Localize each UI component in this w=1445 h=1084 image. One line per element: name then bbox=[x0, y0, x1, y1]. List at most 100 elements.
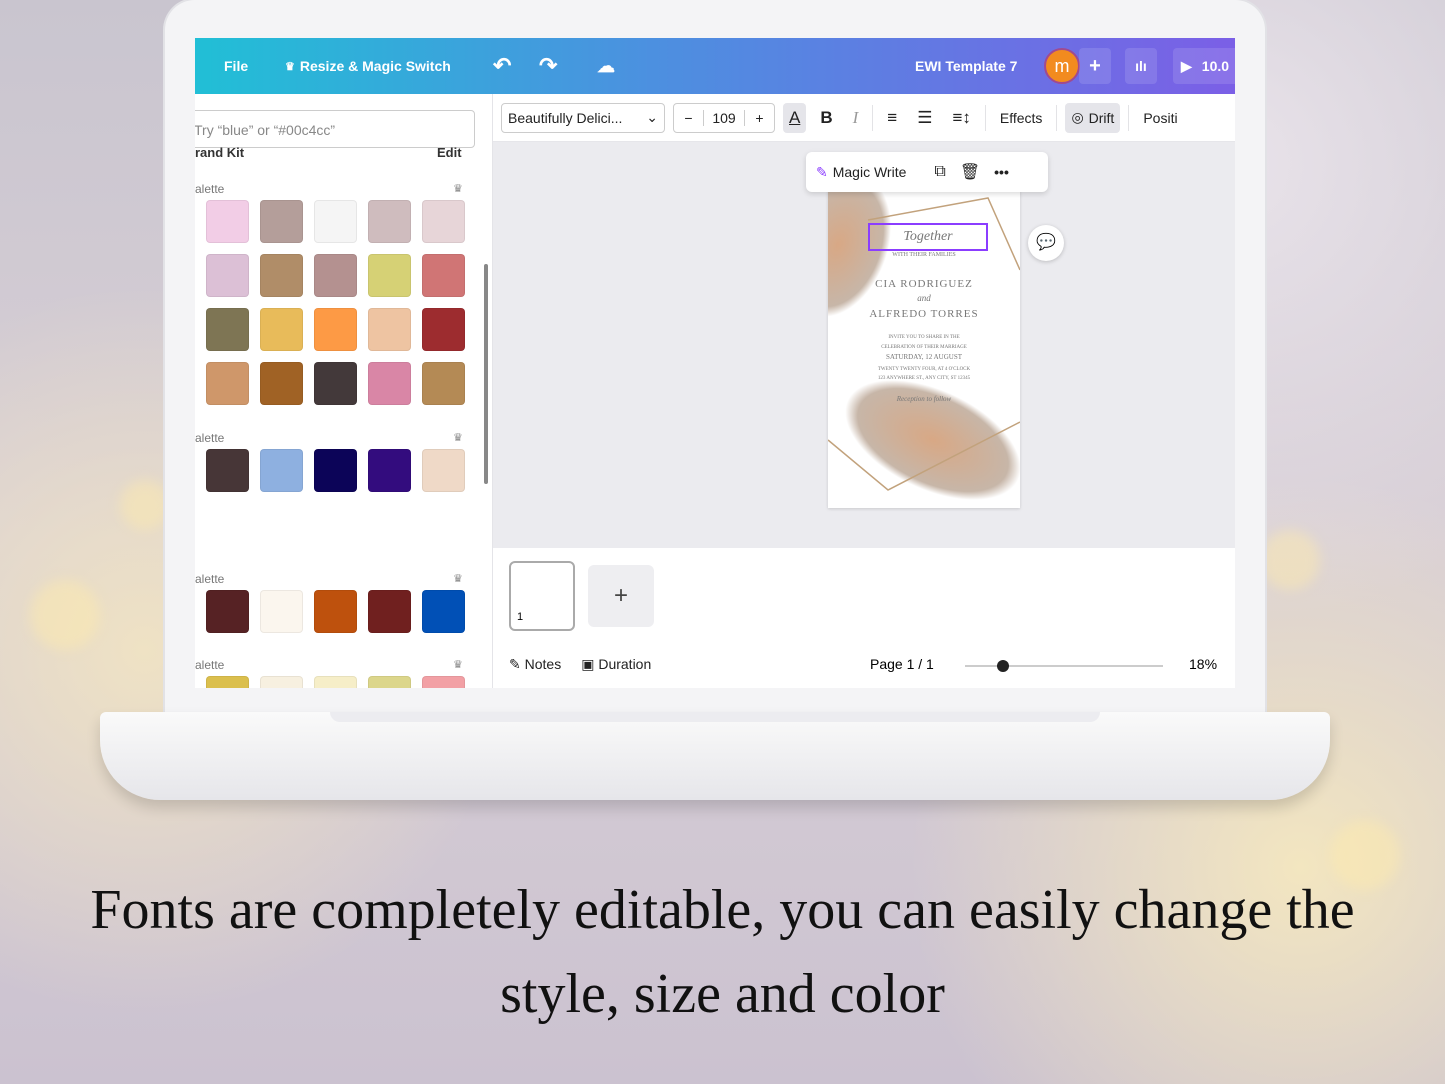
redo-icon[interactable]: ↷ bbox=[539, 38, 557, 94]
text-invite2[interactable]: CELEBRATION OF THEIR MARRIAGE bbox=[828, 345, 1020, 350]
position-button[interactable]: Positi bbox=[1137, 103, 1183, 133]
color-swatch[interactable] bbox=[314, 590, 357, 633]
color-swatch[interactable] bbox=[368, 308, 411, 351]
crown-icon: ♛ bbox=[453, 659, 463, 671]
text-invite1[interactable]: INVITE YOU TO SHARE IN THE bbox=[828, 335, 1020, 340]
color-swatch[interactable] bbox=[368, 676, 411, 688]
list-icon[interactable]: ☰ bbox=[911, 103, 938, 133]
text-reception[interactable]: Reception to follow bbox=[828, 395, 1020, 403]
zoom-level[interactable]: 18% bbox=[1189, 656, 1217, 672]
undo-icon[interactable]: ↶ bbox=[493, 38, 511, 94]
color-swatch[interactable] bbox=[260, 254, 303, 297]
text-date[interactable]: SATURDAY, 12 AUGUST bbox=[828, 353, 1020, 361]
more-icon[interactable]: ••• bbox=[994, 164, 1009, 180]
color-swatch[interactable] bbox=[314, 200, 357, 243]
italic-icon[interactable]: I bbox=[847, 103, 865, 133]
text-address[interactable]: 123 ANYWHERE ST., ANY CITY, ST 12345 bbox=[828, 376, 1020, 381]
scrollbar[interactable] bbox=[484, 264, 488, 484]
crown-icon: ♛ bbox=[285, 60, 295, 73]
invitation-page[interactable]: Together WITH THEIR FAMILIES CIA RODRIGU… bbox=[828, 190, 1020, 508]
increase-size-button[interactable]: + bbox=[744, 109, 774, 126]
decrease-size-button[interactable]: − bbox=[674, 109, 704, 126]
laptop-base bbox=[100, 712, 1330, 800]
color-swatch[interactable] bbox=[422, 308, 465, 351]
notes-icon: ✎ bbox=[509, 656, 525, 672]
font-size-stepper[interactable]: − 109 + bbox=[673, 102, 775, 133]
text-color-icon[interactable]: A bbox=[783, 102, 807, 133]
color-swatch[interactable] bbox=[206, 590, 249, 633]
color-swatch[interactable] bbox=[206, 254, 249, 297]
present-button[interactable]: ▶ 10.0 bbox=[1173, 48, 1235, 84]
color-search-input[interactable]: Try “blue” or “#00c4cc” bbox=[195, 110, 475, 148]
zoom-slider[interactable] bbox=[965, 660, 1163, 672]
text-toolbar: Beautifully Delici... ⌄ − 109 + A B I ≡ ☰… bbox=[493, 94, 1235, 142]
color-swatch[interactable] bbox=[314, 676, 357, 688]
color-swatch[interactable] bbox=[314, 254, 357, 297]
color-swatch[interactable] bbox=[368, 200, 411, 243]
color-swatch[interactable] bbox=[314, 362, 357, 405]
page-number: 1 bbox=[517, 611, 524, 623]
document-title[interactable]: EWI Template 7 bbox=[915, 38, 1017, 94]
text-name2[interactable]: ALFREDO TORRES bbox=[828, 308, 1020, 320]
analytics-icon[interactable]: ılı bbox=[1125, 48, 1157, 84]
text-and[interactable]: and bbox=[828, 293, 1020, 303]
canva-editor: File ♛ Resize & Magic Switch ↶ ↷ ☁ EWI Te… bbox=[195, 38, 1235, 688]
duration-icon: ▣ bbox=[581, 656, 599, 672]
duplicate-icon[interactable]: ⧉ bbox=[934, 163, 945, 181]
color-swatch[interactable] bbox=[314, 308, 357, 351]
color-swatch[interactable] bbox=[260, 362, 303, 405]
color-swatch[interactable] bbox=[314, 449, 357, 492]
color-swatch[interactable] bbox=[422, 590, 465, 633]
font-dropdown[interactable]: Beautifully Delici... ⌄ bbox=[501, 102, 665, 133]
color-swatch[interactable] bbox=[422, 200, 465, 243]
edit-link[interactable]: Edit bbox=[437, 145, 462, 160]
color-swatch[interactable] bbox=[260, 200, 303, 243]
font-size-input[interactable]: 109 bbox=[704, 110, 744, 126]
crown-icon: ♛ bbox=[453, 573, 463, 585]
align-center-icon[interactable]: ≡ bbox=[881, 103, 903, 133]
pages-panel: 1 + ✎ Notes ▣ Duration Page 1 / 1 18% bbox=[493, 548, 1235, 688]
color-swatch[interactable] bbox=[368, 254, 411, 297]
color-swatch[interactable] bbox=[368, 590, 411, 633]
floating-menu: ✎ Magic Write ⧉ 🗑 ••• bbox=[806, 152, 1048, 192]
resize-button[interactable]: ♛ Resize & Magic Switch bbox=[285, 38, 451, 94]
effects-button[interactable]: Effects bbox=[994, 103, 1049, 133]
color-swatch[interactable] bbox=[260, 308, 303, 351]
page-thumbnail[interactable]: 1 bbox=[509, 561, 575, 631]
color-swatch[interactable] bbox=[260, 590, 303, 633]
color-swatch[interactable] bbox=[368, 449, 411, 492]
color-swatch[interactable] bbox=[206, 308, 249, 351]
comment-icon[interactable]: 💬 bbox=[1028, 225, 1064, 261]
bokeh bbox=[120, 480, 170, 530]
notes-button[interactable]: ✎ Notes bbox=[509, 656, 561, 673]
animate-drift-button[interactable]: ◎ Drift bbox=[1065, 102, 1121, 133]
selected-text-box[interactable]: Together bbox=[868, 223, 988, 251]
trash-icon[interactable]: 🗑 bbox=[960, 162, 980, 182]
text-name1[interactable]: CIA RODRIGUEZ bbox=[828, 278, 1020, 290]
add-collaborator-icon[interactable]: + bbox=[1079, 48, 1111, 84]
color-swatch[interactable] bbox=[422, 362, 465, 405]
page-indicator[interactable]: Page 1 / 1 bbox=[870, 656, 934, 672]
color-swatch[interactable] bbox=[206, 362, 249, 405]
color-swatch[interactable] bbox=[422, 254, 465, 297]
palette-label: alette bbox=[195, 658, 225, 672]
color-swatch[interactable] bbox=[422, 676, 465, 688]
spacing-icon[interactable]: ≡↕ bbox=[946, 103, 976, 133]
text-time[interactable]: TWENTY TWENTY FOUR, AT 4 O'CLOCK bbox=[828, 367, 1020, 372]
file-menu[interactable]: File bbox=[224, 38, 248, 94]
duration-button[interactable]: ▣ Duration bbox=[581, 656, 651, 673]
crown-icon: ♛ bbox=[453, 432, 463, 444]
cloud-saved-icon[interactable]: ☁ bbox=[597, 38, 615, 94]
bold-icon[interactable]: B bbox=[814, 103, 838, 133]
color-swatch[interactable] bbox=[206, 449, 249, 492]
add-page-button[interactable]: + bbox=[588, 565, 654, 627]
color-swatch[interactable] bbox=[368, 362, 411, 405]
color-swatch[interactable] bbox=[260, 676, 303, 688]
color-swatch[interactable] bbox=[260, 449, 303, 492]
color-swatch[interactable] bbox=[422, 449, 465, 492]
avatar[interactable]: m bbox=[1044, 48, 1080, 84]
color-swatch[interactable] bbox=[206, 676, 249, 688]
text-families[interactable]: WITH THEIR FAMILIES bbox=[828, 252, 1020, 258]
magic-write-button[interactable]: Magic Write bbox=[833, 164, 907, 180]
color-swatch[interactable] bbox=[206, 200, 249, 243]
